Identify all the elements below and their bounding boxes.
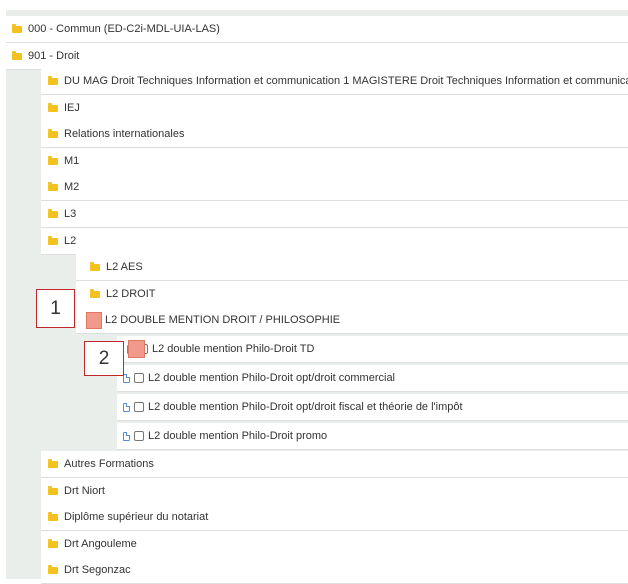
- folder-icon: [48, 538, 58, 548]
- folder-icon: [90, 261, 100, 271]
- tree-node-label: Drt Segonzac: [64, 564, 131, 576]
- tree-node-label: Drt Angouleme: [64, 538, 137, 550]
- folder-icon: [12, 23, 22, 33]
- course-label: L2 double mention Philo-Droit TD: [152, 343, 315, 355]
- course-label: L2 double mention Philo-Droit opt/droit …: [148, 401, 463, 413]
- course-checkbox[interactable]: [134, 431, 144, 441]
- folder-icon: [48, 155, 58, 165]
- tree-node-droit[interactable]: 901 - Droit: [6, 43, 628, 70]
- folder-icon: [48, 511, 58, 521]
- folder-icon: [90, 288, 100, 298]
- tree-node-label: L3: [64, 208, 77, 220]
- folder-icon: [48, 235, 58, 245]
- file-icon: [123, 402, 130, 412]
- course-item-td[interactable]: L2 double mention Philo-Droit TD: [117, 336, 628, 363]
- tree-node-label: IEJ: [64, 102, 80, 114]
- tree-node-l2-droit[interactable]: L2 DROIT: [76, 281, 628, 308]
- tree-node-m2[interactable]: M2: [41, 174, 628, 201]
- folder-icon: [48, 102, 58, 112]
- tree-node-label: DU MAG Droit Techniques Information et c…: [64, 75, 628, 87]
- tree-node-label: M2: [64, 181, 80, 193]
- tree-node-label: L2 DOUBLE MENTION DROIT / PHILOSOPHIE: [105, 314, 341, 326]
- tree-node-l2-double-mention[interactable]: L2 DOUBLE MENTION DROIT / PHILOSOPHIE: [76, 307, 628, 334]
- tree-node-label: Drt Niort: [64, 485, 105, 497]
- highlight-checkbox: [128, 340, 145, 358]
- folder-icon: [48, 75, 58, 85]
- tree-node-label: L2 DROIT: [106, 288, 156, 300]
- tree-node-label: Diplôme supérieur du notariat: [64, 511, 209, 523]
- tree-node-drt-segonzac[interactable]: Drt Segonzac: [41, 557, 628, 584]
- step-number: 1: [50, 297, 61, 319]
- tree-node-commun[interactable]: 000 - Commun (ED-C2i-MDL-UIA-LAS): [6, 16, 628, 43]
- tree-node-label: M1: [64, 155, 80, 167]
- tree-node-label: L2 AES: [106, 261, 143, 273]
- tree-node-label: 901 - Droit: [28, 50, 80, 62]
- course-item-droit-fiscal[interactable]: L2 double mention Philo-Droit opt/droit …: [117, 394, 628, 421]
- tree-node-label: Relations internationales: [64, 128, 185, 140]
- tree-node-relations-internationales[interactable]: Relations internationales: [41, 121, 628, 148]
- file-icon: [123, 431, 130, 441]
- course-label: L2 double mention Philo-Droit opt/droit …: [148, 372, 396, 384]
- tree-node-drt-angouleme[interactable]: Drt Angouleme: [41, 531, 628, 558]
- tree-node-du-mag[interactable]: DU MAG Droit Techniques Information et c…: [41, 68, 628, 95]
- step-badge-1: 1: [36, 289, 75, 328]
- tree-node-l2-aes[interactable]: L2 AES: [76, 254, 628, 281]
- course-checkbox[interactable]: [134, 373, 144, 383]
- course-checkbox[interactable]: [134, 402, 144, 412]
- folder-icon: [48, 181, 58, 191]
- tree-node-diplome-notariat[interactable]: Diplôme supérieur du notariat: [41, 504, 628, 531]
- tree-node-label: L2: [64, 235, 77, 247]
- tree-node-m1[interactable]: M1: [41, 148, 628, 175]
- tree-node-drt-niort[interactable]: Drt Niort: [41, 478, 628, 505]
- course-item-droit-commercial[interactable]: L2 double mention Philo-Droit opt/droit …: [117, 365, 628, 392]
- highlight-folder: [86, 312, 102, 329]
- tree-node-autres-formations[interactable]: Autres Formations: [41, 451, 628, 478]
- course-item-promo[interactable]: L2 double mention Philo-Droit promo: [117, 423, 628, 450]
- file-icon: [123, 373, 130, 383]
- folder-icon: [48, 485, 58, 495]
- folder-icon: [48, 208, 58, 218]
- tree-indent-level-3: [41, 254, 76, 454]
- folder-icon: [12, 50, 22, 60]
- tree-node-label: Autres Formations: [64, 458, 154, 470]
- folder-icon: [48, 564, 58, 574]
- folder-icon: [48, 458, 58, 468]
- tree-node-l3[interactable]: L3: [41, 201, 628, 228]
- tree-node-label: 000 - Commun (ED-C2i-MDL-UIA-LAS): [28, 23, 220, 35]
- folder-icon: [48, 128, 58, 138]
- tree-node-iej[interactable]: IEJ: [41, 95, 628, 122]
- tree-node-l2[interactable]: L2: [41, 228, 628, 255]
- step-number: 2: [98, 347, 110, 369]
- step-badge-2: 2: [84, 341, 124, 376]
- course-label: L2 double mention Philo-Droit promo: [148, 430, 328, 442]
